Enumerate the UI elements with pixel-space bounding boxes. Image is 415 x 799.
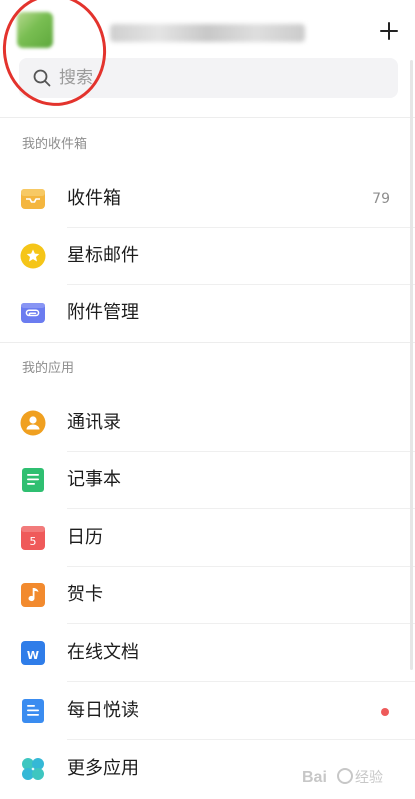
divider — [0, 342, 415, 343]
account-header — [0, 0, 415, 58]
sidebar-item-label: 收件箱 — [67, 188, 121, 209]
account-avatar[interactable] — [17, 12, 53, 48]
account-name-blurred[interactable] — [110, 24, 305, 42]
calendar-icon: 5 — [21, 526, 45, 550]
svg-text:Bai: Bai — [302, 769, 327, 786]
sidebar-item-label: 每日悦读 — [67, 700, 139, 721]
contacts-icon — [20, 410, 46, 436]
search-placeholder: 搜索 — [59, 68, 93, 88]
svg-text:经验: 经验 — [355, 769, 383, 785]
sidebar-item-online-docs[interactable]: W 在线文档 — [0, 625, 415, 682]
sidebar-item-contacts[interactable]: 通讯录 — [0, 395, 415, 452]
row-divider — [67, 623, 415, 624]
row-divider — [67, 508, 415, 509]
unread-dot-badge — [381, 708, 389, 716]
section-title-apps: 我的应用 — [22, 361, 75, 376]
search-bar[interactable]: 搜索 — [19, 58, 398, 98]
svg-text:5: 5 — [30, 535, 37, 548]
sidebar-item-label: 星标邮件 — [67, 245, 139, 266]
sidebar-item-greeting-card[interactable]: 贺卡 — [0, 567, 415, 624]
watermark-logo: Bai 经验 — [300, 760, 410, 794]
daily-reading-icon — [22, 699, 44, 723]
sidebar-item-label: 附件管理 — [67, 302, 139, 323]
section-title-inbox: 我的收件箱 — [22, 137, 88, 152]
scrollbar[interactable] — [410, 60, 413, 670]
sidebar-item-label: 通讯录 — [67, 412, 121, 433]
sidebar-item-calendar[interactable]: 5 日历 — [0, 510, 415, 567]
add-button[interactable] — [374, 16, 404, 46]
sidebar-item-label: 记事本 — [67, 469, 121, 490]
sidebar-item-inbox[interactable]: 收件箱 79 — [0, 171, 415, 228]
attachment-icon — [21, 303, 45, 323]
sidebar-item-label: 日历 — [67, 527, 103, 548]
sidebar-item-notepad[interactable]: 记事本 — [0, 452, 415, 509]
sidebar-item-starred[interactable]: 星标邮件 — [0, 228, 415, 285]
row-divider — [67, 681, 415, 682]
sidebar-item-label: 更多应用 — [67, 758, 139, 779]
online-doc-icon: W — [21, 641, 45, 665]
sidebar-item-label: 在线文档 — [67, 642, 139, 663]
sidebar-item-attachments[interactable]: 附件管理 — [0, 285, 415, 342]
row-divider — [67, 739, 415, 740]
divider — [0, 117, 415, 118]
inbox-tray-icon — [21, 189, 45, 209]
sidebar-item-label: 贺卡 — [67, 584, 103, 605]
star-icon — [20, 243, 46, 269]
more-apps-icon — [22, 758, 44, 780]
unread-count: 79 — [372, 191, 390, 207]
sidebar-item-daily-reading[interactable]: 每日悦读 — [0, 683, 415, 740]
mail-app-sidebar: 搜索 我的收件箱 收件箱 79 星标邮件 附件管理 我的应用 通讯录 记事本 5… — [0, 0, 415, 799]
search-icon — [33, 69, 51, 87]
svg-text:W: W — [27, 649, 39, 662]
greeting-card-icon — [21, 583, 45, 607]
notepad-icon — [22, 468, 44, 492]
